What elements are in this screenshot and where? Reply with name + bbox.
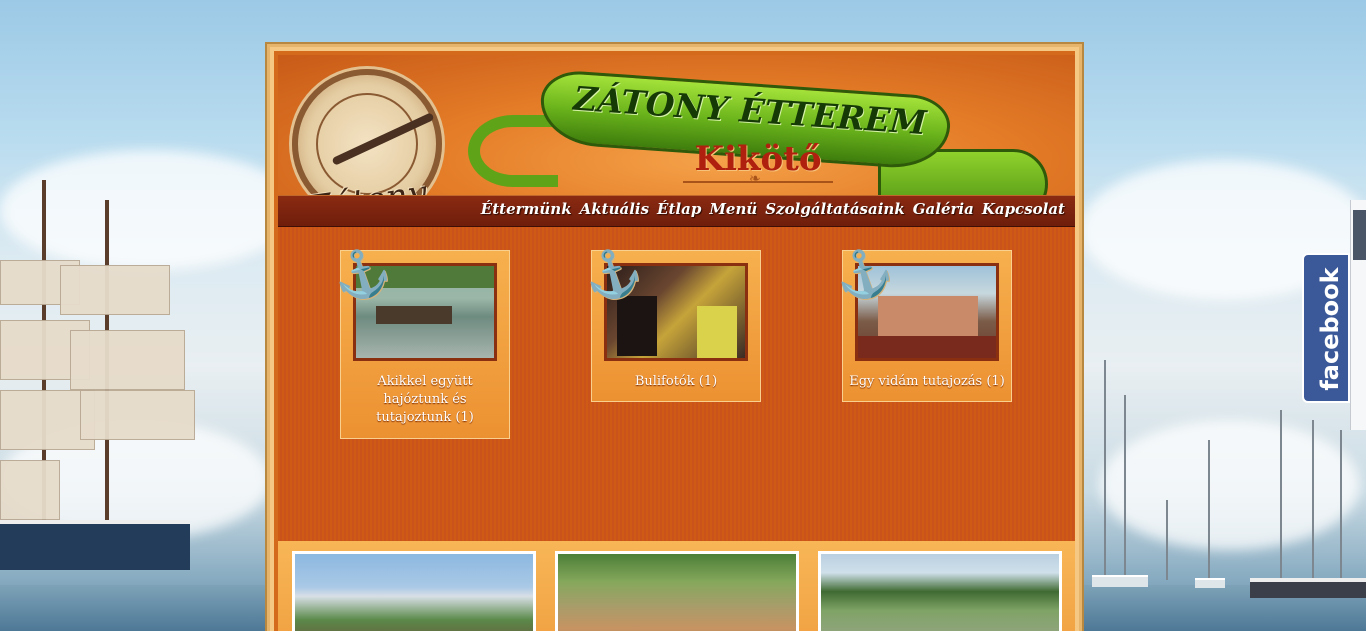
anchor-icon: ⚓ xyxy=(828,240,899,308)
album-card[interactable]: ⚓ Akikkel együtt hajóztunk és tutajoztun… xyxy=(327,241,510,439)
nav-etlap[interactable]: Étlap xyxy=(657,200,701,218)
ornament-divider xyxy=(683,171,833,187)
nav-kapcsolat[interactable]: Kapcsolat xyxy=(982,200,1065,218)
tall-ship-left xyxy=(0,170,210,610)
nav-menu[interactable]: Menü xyxy=(709,200,757,218)
anchor-icon: ⚓ xyxy=(577,240,648,308)
album-card[interactable]: ⚓ Egy vidám tutajozás (1) xyxy=(829,241,1012,402)
tall-ship-right xyxy=(1250,410,1366,610)
facebook-label: facebook xyxy=(1316,267,1344,391)
nav-szolgaltatasaink[interactable]: Szolgáltatásaink xyxy=(765,200,904,218)
gallery-content: ⚓ Akikkel együtt hajóztunk és tutajoztun… xyxy=(278,227,1075,541)
album-caption[interactable]: Egy vidám tutajozás (1) xyxy=(849,373,1005,391)
facebook-panel xyxy=(1350,200,1366,430)
strip-photo[interactable] xyxy=(555,551,799,631)
anchor-icon: ⚓ xyxy=(326,240,397,308)
strip-photo[interactable] xyxy=(818,551,1062,631)
banner-tail-left xyxy=(468,115,558,187)
strip-photo[interactable] xyxy=(292,551,536,631)
facebook-panel-image xyxy=(1353,210,1366,260)
album-card[interactable]: ⚓ Bulifotók (1) xyxy=(578,241,761,402)
main-nav: Éttermünk Aktuális Étlap Menü Szolgáltat… xyxy=(481,200,1065,218)
photo-strip xyxy=(278,541,1075,631)
facebook-tab[interactable]: facebook xyxy=(1302,253,1350,403)
site-frame: Zátony ZÁTONY ÉTTEREM Kikötő Éttermünk A… xyxy=(267,44,1082,631)
nav-ettermunk[interactable]: Éttermünk xyxy=(481,200,572,218)
nav-aktualis[interactable]: Aktuális xyxy=(580,200,649,218)
album-caption[interactable]: Bulifotók (1) xyxy=(598,373,754,391)
nav-galeria[interactable]: Galéria xyxy=(913,200,974,218)
album-caption[interactable]: Akikkel együtt hajóztunk és tutajoztunk … xyxy=(347,373,503,427)
navbar: Éttermünk Aktuális Étlap Menü Szolgáltat… xyxy=(278,195,1075,227)
